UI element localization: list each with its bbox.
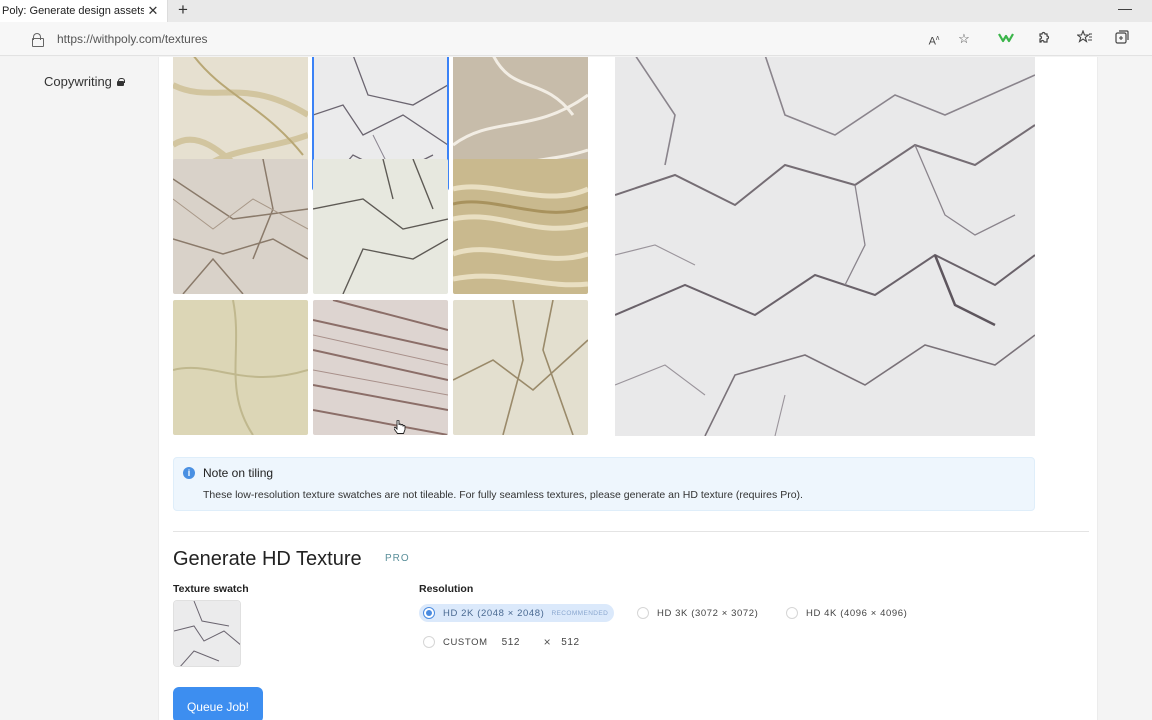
browser-tab[interactable]: Poly: Generate design assets with ✕ [0, 0, 168, 22]
favorites-icon[interactable] [1075, 29, 1095, 48]
extensions-puzzle-icon[interactable] [1034, 30, 1054, 48]
pro-badge: PRO [385, 553, 410, 564]
recommended-tag: RECOMMENDED [551, 609, 609, 617]
resolution-option-hd3k[interactable]: HD 3K (3072 × 3072) [633, 604, 764, 622]
radio-button[interactable] [786, 607, 798, 619]
resolution-option-label: HD 3K (3072 × 3072) [657, 607, 759, 619]
radio-button[interactable] [423, 636, 435, 648]
radio-button[interactable] [637, 607, 649, 619]
texture-thumbnail[interactable] [173, 159, 308, 294]
sidebar-item-label: Copywriting [44, 74, 112, 89]
hand-cursor-icon [394, 420, 406, 434]
texture-card: i Note on tiling These low-resolution te… [158, 57, 1098, 720]
browser-tab-bar: Poly: Generate design assets with ✕ + — [0, 0, 1152, 22]
times-icon: × [543, 635, 552, 649]
resolution-option-custom[interactable]: CUSTOM 512 × 512 [419, 633, 603, 651]
texture-thumbnail[interactable] [453, 159, 588, 294]
minimize-icon[interactable]: — [1118, 0, 1132, 16]
section-title: Generate HD Texture [173, 548, 362, 570]
custom-width-input[interactable]: 512 [502, 637, 538, 648]
lock-icon[interactable] [32, 33, 44, 47]
divider [173, 531, 1089, 532]
resolution-option-hd2k[interactable]: HD 2K (2048 × 2048) RECOMMENDED [419, 604, 615, 622]
texture-swatch [173, 600, 241, 667]
tab-title: Poly: Generate design assets with [2, 5, 144, 17]
note-title: Note on tiling [203, 466, 274, 480]
page: Copywriting i Note on tiling These low-r… [0, 57, 1152, 720]
new-tab-icon[interactable]: + [178, 1, 188, 19]
texture-preview [615, 57, 1035, 436]
texture-thumbnail[interactable] [313, 300, 448, 435]
sidebar-item-copywriting[interactable]: Copywriting [44, 74, 125, 89]
resolution-label: Resolution [419, 583, 474, 595]
address-bar: https://withpoly.com/textures Aʌ ☆ [0, 22, 1152, 56]
url-text: https://withpoly.com/textures [57, 32, 208, 46]
read-aloud-icon[interactable]: Aʌ [924, 30, 944, 48]
resolution-option-label: HD 4K (4096 × 4096) [806, 607, 908, 619]
close-icon[interactable]: ✕ [144, 3, 162, 19]
url-field[interactable]: https://withpoly.com/textures [14, 26, 1014, 52]
info-icon: i [183, 467, 195, 479]
collections-icon[interactable] [1112, 30, 1132, 48]
queue-job-button[interactable]: Queue Job! [173, 687, 263, 720]
texture-thumbnail[interactable] [313, 159, 448, 294]
resolution-option-hd4k[interactable]: HD 4K (4096 × 4096) [782, 604, 913, 622]
texture-thumbnail[interactable] [173, 300, 308, 435]
texture-thumbnail[interactable] [453, 300, 588, 435]
note-body: These low-resolution texture swatches ar… [203, 489, 803, 501]
extension-icon[interactable] [996, 30, 1016, 48]
custom-label: CUSTOM [443, 636, 488, 648]
add-favorite-icon[interactable]: ☆ [954, 30, 974, 48]
custom-height-input[interactable]: 512 [561, 637, 597, 648]
lock-icon [116, 77, 125, 86]
tiling-note: i Note on tiling These low-resolution te… [173, 457, 1035, 511]
resolution-option-label: HD 2K (2048 × 2048) [443, 607, 545, 619]
radio-button[interactable] [423, 607, 435, 619]
texture-swatch-label: Texture swatch [173, 583, 249, 595]
